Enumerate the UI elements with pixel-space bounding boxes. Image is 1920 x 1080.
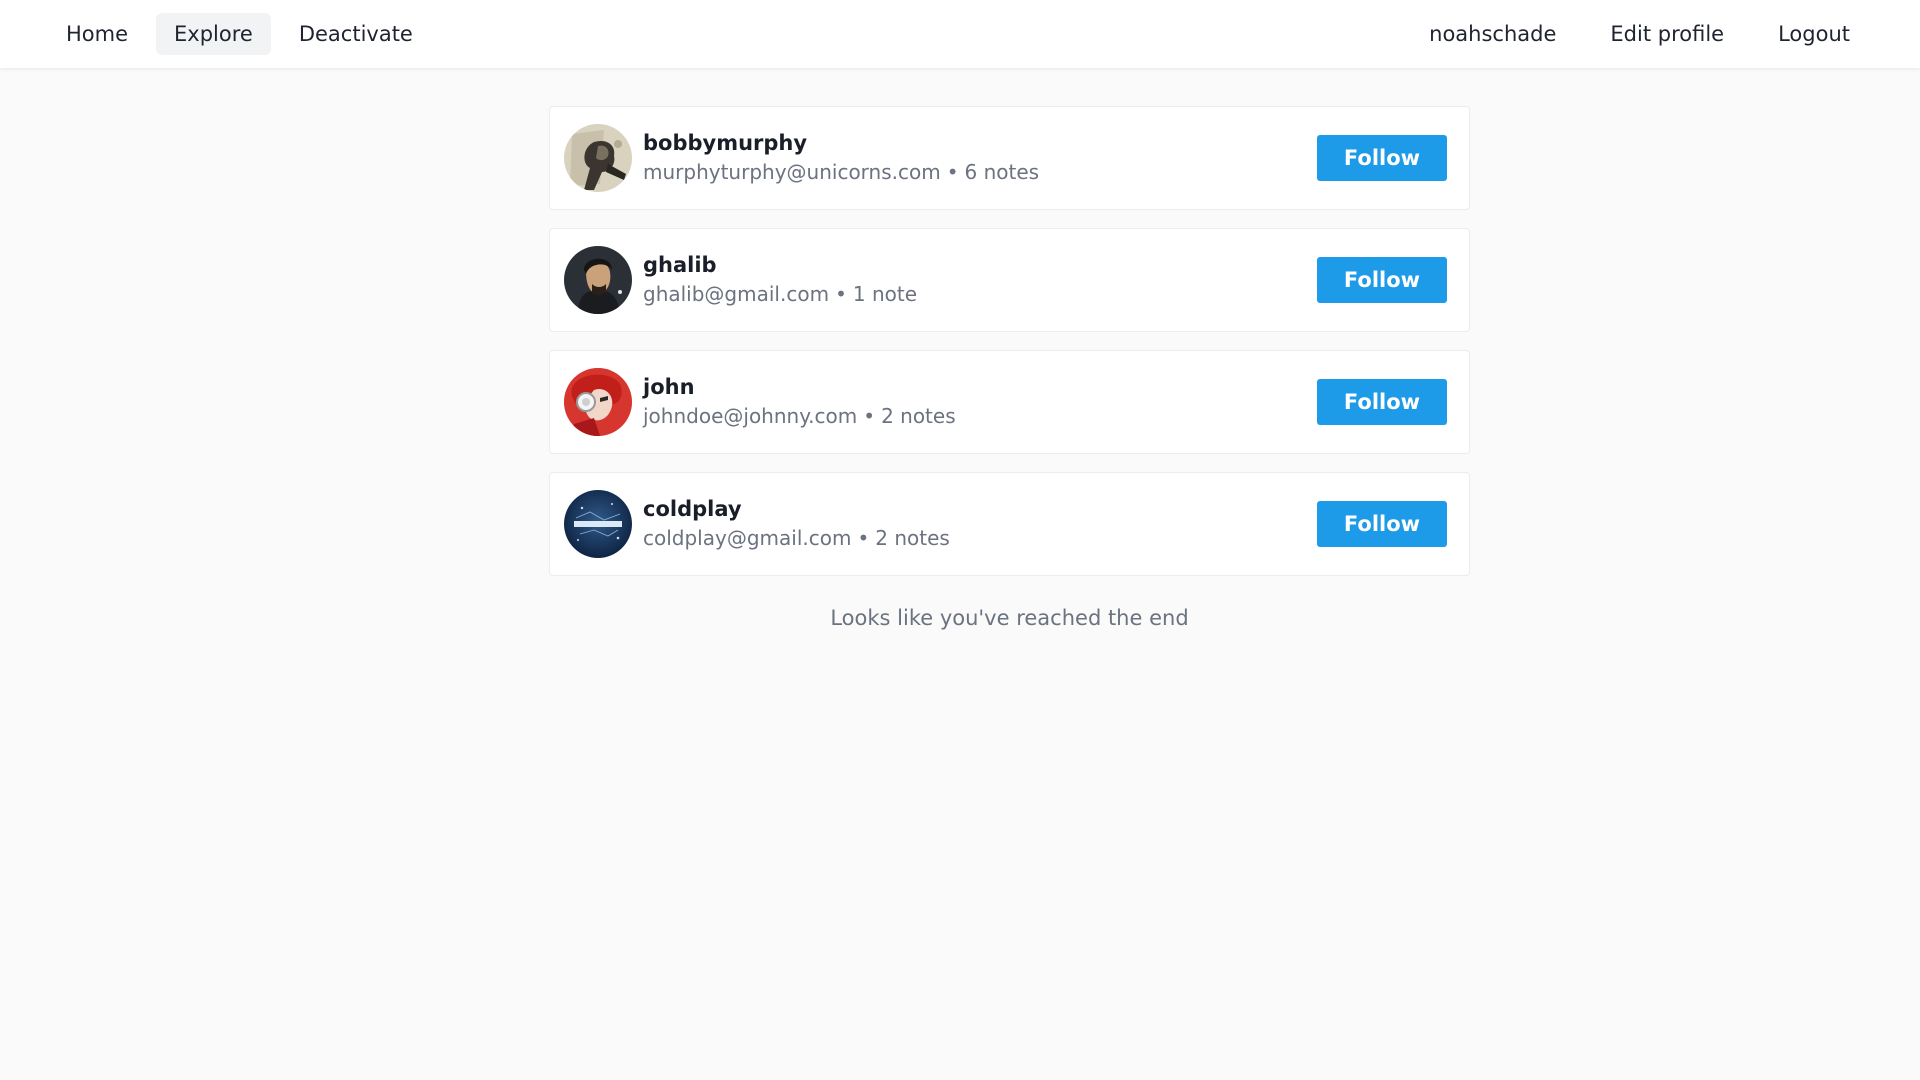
nav-edit-profile-link[interactable]: Edit profile <box>1588 13 1746 55</box>
end-of-list-message: Looks like you've reached the end <box>830 606 1189 630</box>
ghalib-avatar[interactable] <box>564 246 632 314</box>
user-meta: ghalib@gmail.com • 1 note <box>643 280 1317 308</box>
note-count: 6 notes <box>964 160 1040 184</box>
user-email: coldplay@gmail.com <box>643 526 852 550</box>
user-card: bobbymurphy murphyturphy@unicorns.com • 6 … <box>549 106 1470 210</box>
separator-dot: • <box>857 526 870 550</box>
user-info: ghalib ghalib@gmail.com • 1 note <box>643 252 1317 308</box>
john-avatar[interactable] <box>564 368 632 436</box>
note-count: 1 note <box>852 282 917 306</box>
separator-dot: • <box>946 160 959 184</box>
username[interactable]: coldplay <box>643 496 1317 522</box>
user-email: murphyturphy@unicorns.com <box>643 160 941 184</box>
follow-button[interactable]: Follow <box>1317 501 1447 547</box>
follow-button[interactable]: Follow <box>1317 379 1447 425</box>
nav-home-link[interactable]: Home <box>48 13 146 55</box>
username[interactable]: john <box>643 374 1317 400</box>
bobbymurphy-avatar[interactable] <box>564 124 632 192</box>
top-navbar: Home Explore Deactivate noahschade Edit … <box>0 0 1920 68</box>
follow-button[interactable]: Follow <box>1317 257 1447 303</box>
coldplay-avatar[interactable] <box>564 490 632 558</box>
nav-explore-link[interactable]: Explore <box>156 13 271 55</box>
user-info: bobbymurphy murphyturphy@unicorns.com • 6 … <box>643 130 1317 186</box>
note-count: 2 notes <box>875 526 950 550</box>
user-email: ghalib@gmail.com <box>643 282 830 306</box>
user-meta: coldplay@gmail.com • 2 notes <box>643 524 1317 552</box>
username[interactable]: bobbymurphy <box>643 130 1317 156</box>
username[interactable]: ghalib <box>643 252 1317 278</box>
separator-dot: • <box>863 404 876 428</box>
note-count: 2 notes <box>881 404 956 428</box>
user-list: bobbymurphy murphyturphy@unicorns.com • 6 … <box>549 106 1470 594</box>
nav-left-group: Home Explore Deactivate <box>48 13 431 55</box>
separator-dot: • <box>835 282 847 306</box>
nav-profile-link[interactable]: noahschade <box>1407 13 1578 55</box>
user-info: coldplay coldplay@gmail.com • 2 notes <box>643 496 1317 552</box>
follow-button[interactable]: Follow <box>1317 135 1447 181</box>
user-email: johndoe@johnny.com <box>643 404 858 428</box>
nav-deactivate-link[interactable]: Deactivate <box>281 13 431 55</box>
nav-logout-link[interactable]: Logout <box>1756 13 1872 55</box>
user-card: john johndoe@johnny.com • 2 notes Follow <box>549 350 1470 454</box>
user-info: john johndoe@johnny.com • 2 notes <box>643 374 1317 430</box>
user-card: coldplay coldplay@gmail.com • 2 notes Foll… <box>549 472 1470 576</box>
user-card: ghalib ghalib@gmail.com • 1 note Follow <box>549 228 1470 332</box>
user-meta: murphyturphy@unicorns.com • 6 notes <box>643 158 1317 186</box>
nav-right-group: noahschade Edit profile Logout <box>1407 13 1872 55</box>
user-meta: johndoe@johnny.com • 2 notes <box>643 402 1317 430</box>
